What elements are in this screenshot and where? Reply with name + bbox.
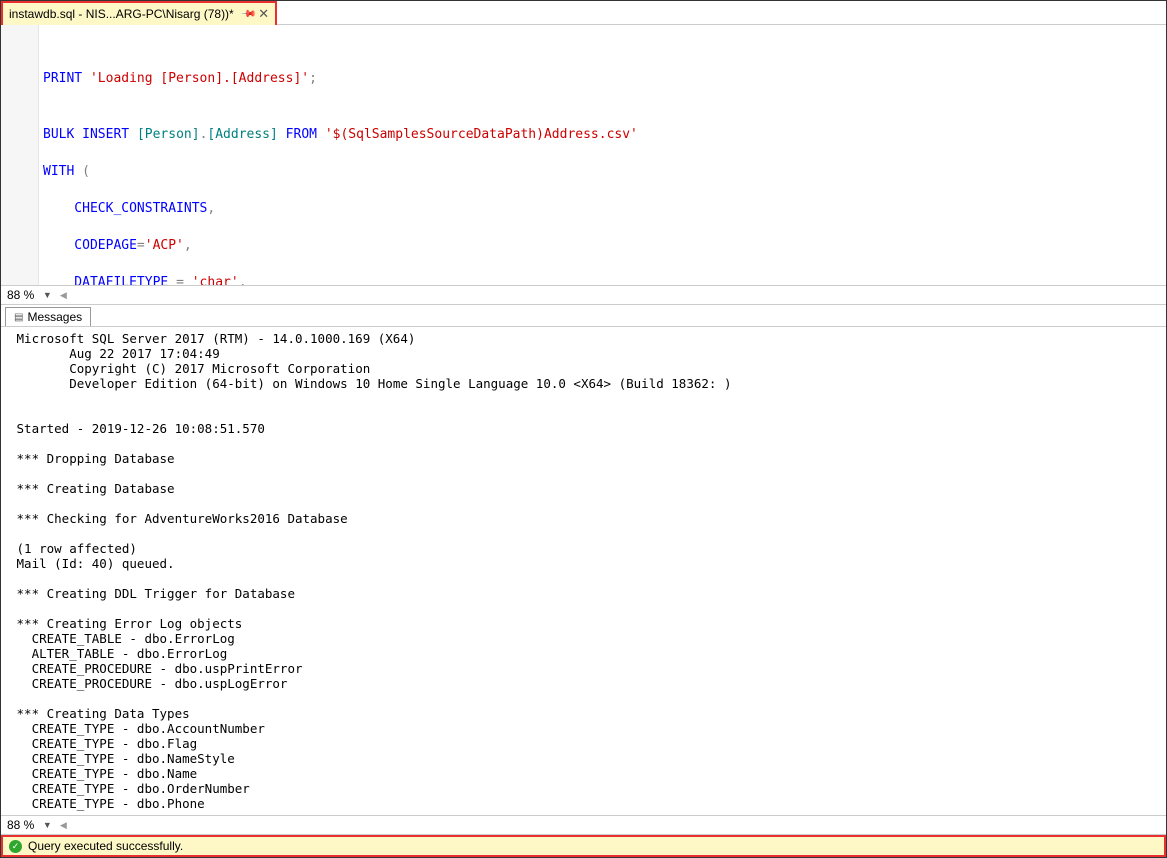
code-line: BULK INSERT [Person].[Address] FROM '$(S… bbox=[43, 126, 1166, 145]
messages-output[interactable]: Microsoft SQL Server 2017 (RTM) - 14.0.1… bbox=[1, 327, 1166, 815]
messages-icon: ▤ bbox=[14, 312, 23, 323]
zoom-level: 88 % bbox=[1, 288, 40, 302]
editor-surface[interactable]: PRINT 'Loading [Person].[Address]'; BULK… bbox=[39, 25, 1166, 285]
messages-zoom-bar: 88 % ▼ ◀ bbox=[1, 815, 1166, 835]
zoom-dropdown-icon[interactable]: ▼ bbox=[40, 820, 54, 830]
code-line: CHECK_CONSTRAINTS, bbox=[43, 200, 1166, 219]
document-tab-active[interactable]: instawdb.sql - NIS...ARG-PC\Nisarg (78))… bbox=[1, 1, 277, 25]
code-line: CODEPAGE='ACP', bbox=[43, 237, 1166, 256]
code-editor[interactable]: PRINT 'Loading [Person].[Address]'; BULK… bbox=[1, 25, 1166, 285]
close-icon[interactable]: ✕ bbox=[258, 6, 269, 22]
tab-title: instawdb.sql - NIS...ARG-PC\Nisarg (78))… bbox=[9, 7, 234, 21]
nav-left-icon[interactable]: ◀ bbox=[56, 820, 70, 831]
messages-tab-label: Messages bbox=[27, 310, 82, 324]
results-tab-bar: ▤ Messages bbox=[1, 305, 1166, 327]
document-tab-bar: instawdb.sql - NIS...ARG-PC\Nisarg (78))… bbox=[1, 1, 1166, 25]
messages-tab[interactable]: ▤ Messages bbox=[5, 307, 91, 326]
nav-left-icon[interactable]: ◀ bbox=[56, 290, 70, 301]
editor-gutter bbox=[1, 25, 39, 285]
success-icon: ✓ bbox=[9, 840, 22, 853]
status-text: Query executed successfully. bbox=[28, 839, 183, 853]
zoom-level: 88 % bbox=[1, 818, 40, 832]
zoom-dropdown-icon[interactable]: ▼ bbox=[40, 290, 54, 300]
app-window: instawdb.sql - NIS...ARG-PC\Nisarg (78))… bbox=[0, 0, 1167, 858]
pin-icon[interactable]: 📌 bbox=[240, 6, 257, 23]
editor-zoom-bar: 88 % ▼ ◀ bbox=[1, 285, 1166, 305]
status-bar: ✓ Query executed successfully. bbox=[1, 835, 1166, 857]
code-line: WITH ( bbox=[43, 163, 1166, 182]
code-line: PRINT 'Loading [Person].[Address]'; bbox=[43, 70, 1166, 89]
code-line: DATAFILETYPE = 'char', bbox=[43, 274, 1166, 286]
